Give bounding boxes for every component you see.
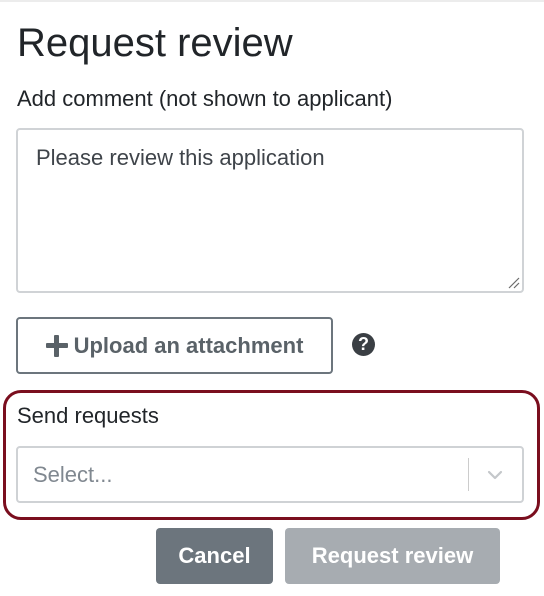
upload-attachment-button[interactable]: Upload an attachment: [16, 317, 333, 374]
question-circle-icon[interactable]: ?: [352, 333, 375, 356]
plus-icon: [45, 334, 68, 357]
resize-grip-icon[interactable]: [506, 275, 520, 289]
top-divider: [0, 0, 544, 2]
select-placeholder: Select...: [33, 462, 113, 487]
request-review-button[interactable]: Request review: [285, 528, 500, 584]
dialog-title: Request review: [17, 21, 293, 65]
comment-label: Add comment (not shown to applicant): [17, 86, 393, 111]
comment-field[interactable]: [16, 128, 524, 293]
comment-textarea[interactable]: [18, 130, 522, 291]
upload-attachment-label: Upload an attachment: [73, 332, 304, 358]
cancel-button[interactable]: Cancel: [156, 528, 273, 584]
select-separator: [468, 458, 469, 491]
send-requests-label: Send requests: [17, 403, 159, 428]
send-requests-select[interactable]: Select...: [16, 446, 524, 503]
chevron-down-icon[interactable]: [484, 464, 506, 486]
